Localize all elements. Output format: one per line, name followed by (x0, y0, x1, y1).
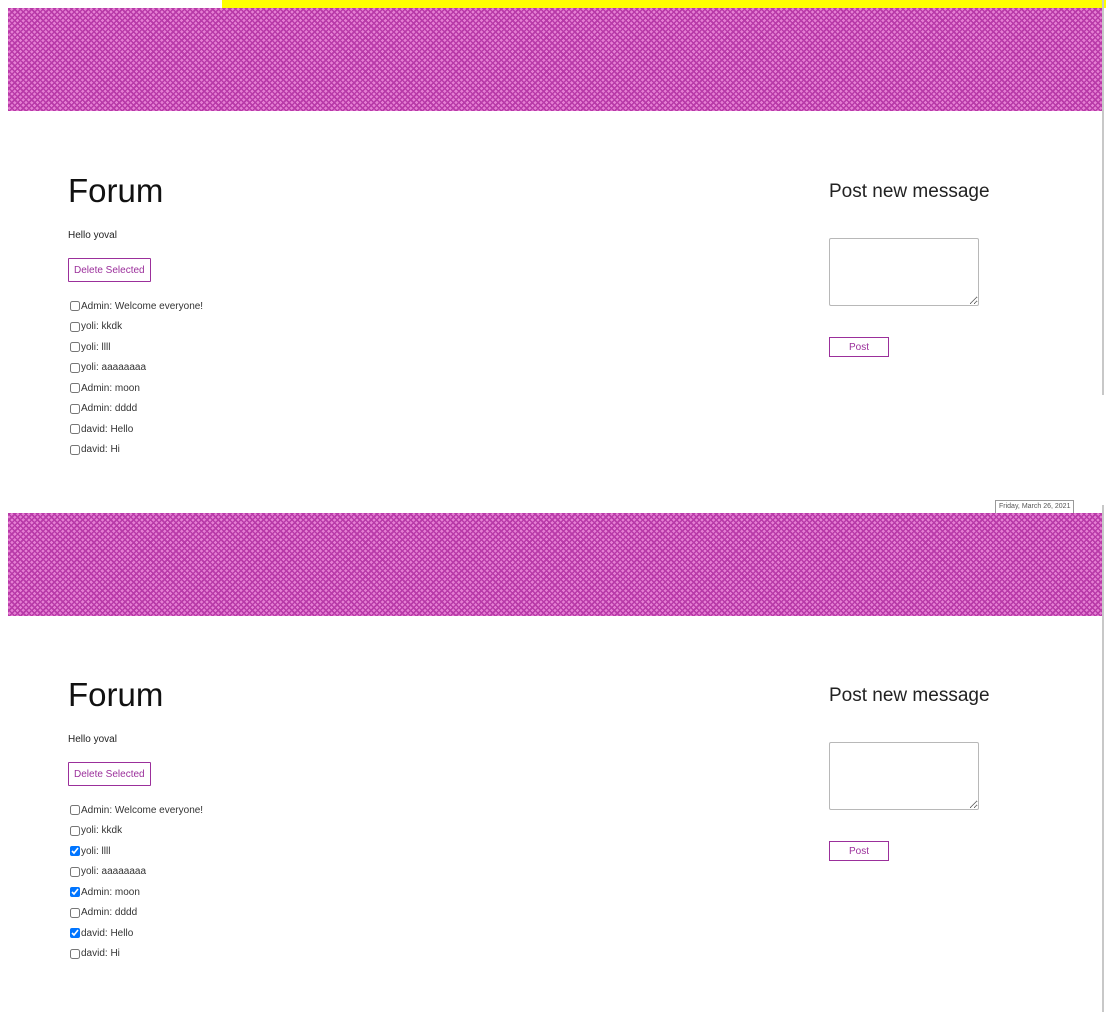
page-title: Forum (68, 676, 164, 713)
message-item: Admin: Welcome everyone! (70, 296, 203, 317)
message-item: yoli: llll (70, 337, 203, 358)
message-text: yoli: kkdk (81, 825, 123, 837)
message-checkbox[interactable] (70, 948, 80, 959)
message-item: Admin: moon (70, 882, 203, 903)
message-list: Admin: Welcome everyone! yoli: kkdk yoli… (70, 296, 203, 460)
message-text: Admin: moon (81, 886, 140, 898)
greeting-text: Hello yoval (68, 230, 117, 241)
scrollbar-edge (1102, 0, 1104, 395)
message-text: david: Hello (81, 927, 134, 939)
message-item: david: Hello (70, 923, 203, 944)
post-new-message-heading: Post new message (829, 181, 990, 202)
message-text: Admin: moon (81, 382, 140, 394)
message-text: yoli: aaaaaaaa (81, 362, 147, 374)
message-item: david: Hi (70, 944, 203, 965)
post-button[interactable]: Post (829, 337, 889, 357)
forum-page-before: Forum Hello yoval Delete Selected Admin:… (0, 0, 1106, 500)
message-text: david: Hi (81, 948, 120, 960)
message-text: david: Hello (81, 423, 134, 435)
scrollbar-edge (1102, 505, 1104, 1012)
message-text: Admin: Welcome everyone! (81, 300, 204, 312)
message-checkbox[interactable] (70, 825, 80, 836)
message-item: yoli: aaaaaaaa (70, 862, 203, 883)
message-list: Admin: Welcome everyone! yoli: kkdk yoli… (70, 800, 203, 964)
message-text: Admin: Welcome everyone! (81, 804, 204, 816)
message-checkbox[interactable] (70, 866, 80, 877)
message-item: yoli: kkdk (70, 821, 203, 842)
message-checkbox[interactable] (70, 928, 80, 939)
message-checkbox[interactable] (70, 424, 80, 435)
message-checkbox[interactable] (70, 907, 80, 918)
message-checkbox[interactable] (70, 301, 80, 312)
message-text: yoli: kkdk (81, 321, 123, 333)
message-item: Admin: moon (70, 378, 203, 399)
message-item: Admin: dddd (70, 399, 203, 420)
message-item: Admin: dddd (70, 903, 203, 924)
message-checkbox[interactable] (70, 403, 80, 414)
post-new-message-heading: Post new message (829, 685, 990, 706)
message-item: yoli: kkdk (70, 317, 203, 338)
message-item: Admin: Welcome everyone! (70, 800, 203, 821)
message-checkbox[interactable] (70, 342, 80, 353)
message-text: yoli: llll (81, 341, 111, 353)
message-checkbox[interactable] (70, 362, 80, 373)
delete-selected-button[interactable]: Delete Selected (68, 762, 151, 786)
message-checkbox[interactable] (70, 383, 80, 394)
delete-selected-button[interactable]: Delete Selected (68, 258, 151, 282)
post-button[interactable]: Post (829, 841, 889, 861)
message-text: Admin: dddd (81, 403, 138, 415)
message-item: david: Hello (70, 419, 203, 440)
greeting-text: Hello yoval (68, 734, 117, 745)
message-checkbox[interactable] (70, 887, 80, 898)
message-checkbox[interactable] (70, 321, 80, 332)
message-text: yoli: llll (81, 845, 111, 857)
message-checkbox[interactable] (70, 846, 80, 857)
message-item: yoli: aaaaaaaa (70, 358, 203, 379)
message-textarea[interactable] (829, 742, 979, 810)
message-text: yoli: aaaaaaaa (81, 866, 147, 878)
forum-page-after: Forum Hello yoval Delete Selected Admin:… (0, 505, 1106, 1012)
header-banner (8, 513, 1102, 616)
message-text: david: Hi (81, 444, 120, 456)
message-checkbox[interactable] (70, 805, 80, 816)
header-banner (8, 8, 1102, 111)
message-checkbox[interactable] (70, 444, 80, 455)
message-textarea[interactable] (829, 238, 979, 306)
page-title: Forum (68, 172, 164, 209)
message-item: yoli: llll (70, 841, 203, 862)
message-text: Admin: dddd (81, 907, 138, 919)
message-item: david: Hi (70, 440, 203, 461)
